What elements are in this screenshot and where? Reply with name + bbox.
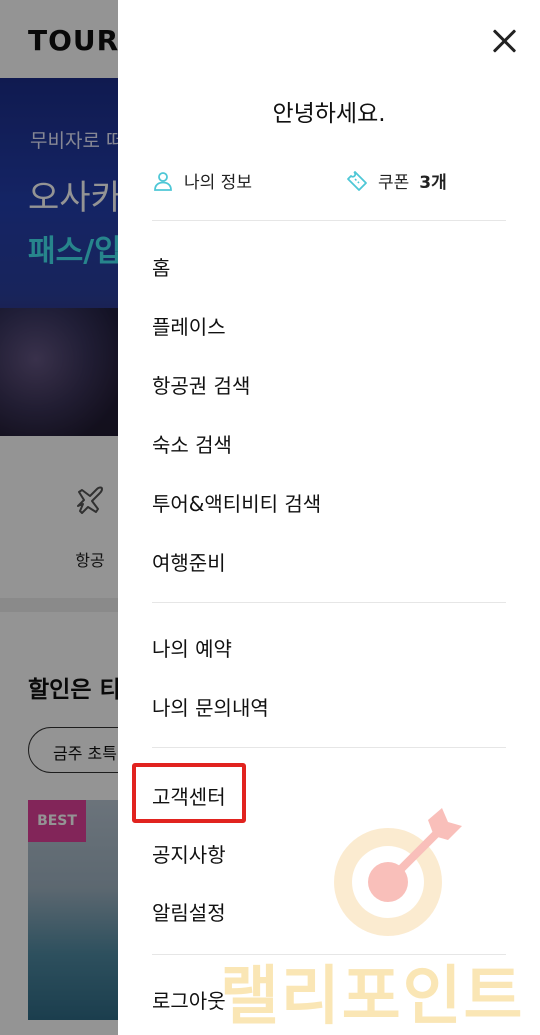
watermark-text: 랠리포인트 <box>220 960 525 1034</box>
side-drawer: 안녕하세요. 나의 정보 쿠폰 3개 홈 플레이스 항공권 검색 숙소 검색 투… <box>118 0 540 1035</box>
person-icon <box>152 170 174 192</box>
menu-item-hotel-search[interactable]: 숙소 검색 <box>152 429 232 458</box>
menu-item-notification-settings[interactable]: 알림설정 <box>152 897 226 926</box>
close-icon[interactable] <box>488 26 520 58</box>
logout-button[interactable]: 로그아웃 <box>152 985 226 1014</box>
divider <box>152 602 506 603</box>
coupon-count: 3개 <box>419 173 447 193</box>
my-info-link[interactable]: 나의 정보 <box>152 168 252 193</box>
divider <box>152 747 506 748</box>
menu-item-my-inquiries[interactable]: 나의 문의내역 <box>152 692 269 721</box>
menu-item-home[interactable]: 홈 <box>152 252 170 281</box>
menu-item-customer-center[interactable]: 고객센터 <box>152 781 226 810</box>
my-info-label: 나의 정보 <box>184 173 252 193</box>
menu-item-place[interactable]: 플레이스 <box>152 311 226 340</box>
menu-item-tour-search[interactable]: 투어&액티비티 검색 <box>152 488 321 517</box>
divider <box>152 220 506 221</box>
coupon-label: 쿠폰 <box>378 173 410 193</box>
coupon-link[interactable]: 쿠폰 3개 <box>346 168 447 193</box>
ticket-icon <box>346 170 368 192</box>
target-arrow-icon <box>330 800 470 940</box>
menu-item-notices[interactable]: 공지사항 <box>152 839 226 868</box>
menu-item-flight-search[interactable]: 항공권 검색 <box>152 370 250 399</box>
menu-item-my-reservations[interactable]: 나의 예약 <box>152 633 232 662</box>
menu-item-travel-prep[interactable]: 여행준비 <box>152 547 226 576</box>
greeting-text: 안녕하세요. <box>272 101 386 127</box>
